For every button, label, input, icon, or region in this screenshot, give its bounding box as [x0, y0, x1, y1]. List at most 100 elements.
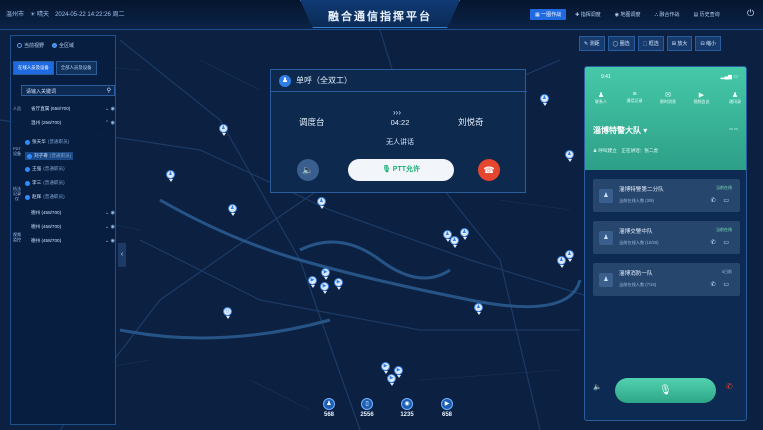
member-item[interactable]: 赵辉 (普通职员): [25, 194, 65, 200]
phone-nav: ♟ 联系人 ≡ 通话记录 ✉ 即时消息 ▶ 视频会议 ♟ 通讯录: [589, 91, 746, 105]
datetime-label: 2024-05-22 14:22:26 周二: [55, 12, 125, 18]
person-marker[interactable]: ♟: [166, 170, 175, 182]
stat-cameras[interactable]: ◉ 1235: [396, 398, 418, 418]
search-input[interactable]: 请输入关键词 ⚲: [21, 85, 115, 96]
person-icon: [27, 153, 32, 159]
group-card[interactable]: ♟ 淄博交警中队 当前在线人数 (10/20) 当前在线 ✆ ▭: [593, 221, 740, 254]
power-icon[interactable]: ⏻: [747, 8, 754, 19]
circle-select-button[interactable]: ◯ 圈选: [607, 36, 635, 51]
end-call-icon[interactable]: ✆: [726, 382, 733, 391]
phone-time: 9:41: [601, 74, 611, 80]
last-seen-status: 5日前: [721, 269, 732, 274]
tree-group[interactable]: 德州 (458/700) ⌄ ◉: [31, 222, 115, 231]
group-card[interactable]: ♟ 淄博消防一队 当前在线人数 (7/15) 5日前 ✆ ▭: [593, 263, 740, 296]
stat-videos[interactable]: ▶ 658: [436, 398, 458, 418]
expand-eye-icon[interactable]: ⌄ ◉: [105, 238, 115, 244]
member-item-selected[interactable]: 刘子奇 (普通职员): [25, 152, 74, 160]
vtab-people[interactable]: 人员: [13, 106, 21, 111]
tree-group[interactable]: 德州 (458/700) ⌄ ◉: [31, 208, 115, 217]
phone-nav-directory[interactable]: ♟ 通讯录: [723, 91, 746, 105]
group-avatar-icon: ♟: [599, 273, 613, 287]
call-video-icons[interactable]: ✆ ▭: [711, 239, 732, 246]
vtab-pdt[interactable]: PDT设备: [13, 146, 21, 156]
nav-item-combat-map[interactable]: ▦ 一图作战: [530, 9, 567, 20]
collapse-panel-button[interactable]: ‹: [118, 243, 126, 267]
stats-bar: ♟ 568 ▯ 2556 ◉ 1235 ▶ 658: [318, 398, 458, 424]
member-item[interactable]: 张天华 (普通职员): [25, 139, 69, 145]
person-marker[interactable]: ♟: [450, 236, 459, 248]
zoom-out-button[interactable]: ⊟ 缩小: [695, 36, 721, 51]
stat-people[interactable]: ♟ 568: [318, 398, 340, 418]
talk-button[interactable]: 🎙: [615, 378, 716, 403]
scope-current-view[interactable]: 当前视野: [17, 42, 44, 49]
hangup-icon[interactable]: ☎: [478, 159, 500, 181]
phone-nav-messages[interactable]: ✉ 即时消息: [656, 91, 680, 105]
video-marker[interactable]: ▶: [381, 362, 390, 374]
nav-item-map-dispatch[interactable]: ◉ 地图调度: [610, 9, 646, 20]
online-status: 当前在线: [716, 185, 732, 190]
tree-group[interactable]: 温州 (258/700) ⌃ ◉: [31, 118, 115, 127]
person-marker[interactable]: ♟: [317, 197, 326, 209]
measure-button[interactable]: ✎ 测距: [579, 36, 605, 51]
phone-nav-video[interactable]: ▶ 视频会议: [690, 91, 714, 105]
video-marker[interactable]: ▶: [320, 282, 329, 294]
tree-group[interactable]: 德州 (458/700) ⌄ ◉: [31, 236, 115, 245]
phone-nav-calls[interactable]: ≡ 通话记录: [623, 91, 647, 105]
phone-panel: 9:41 ▂▄▆ ▭ ♟ 联系人 ≡ 通话记录 ✉ 即时消息 ▶ 视频会议 ♟ 通讯录 淄…: [584, 66, 747, 421]
person-icon: [25, 180, 30, 186]
vtab-video[interactable]: 视频监控: [13, 232, 21, 242]
direction-arrows-icon: ›››: [393, 108, 401, 117]
zoom-in-button[interactable]: ⊞ 放大: [666, 36, 693, 51]
ptt-button[interactable]: 🎙 PTT允许: [348, 159, 454, 181]
expand-eye-icon[interactable]: ⌄ ◉: [105, 224, 115, 230]
call-from: 调度台: [299, 117, 325, 127]
person-marker[interactable]: ♟: [228, 204, 237, 216]
video-icon: ▶: [441, 398, 453, 410]
top-info: 温州市 ☀ 晴天 2024-05-22 14:22:26 周二: [6, 9, 124, 18]
person-marker[interactable]: ♟: [219, 124, 228, 136]
left-tabs: 在线人员及设备 全部人员及设备: [13, 61, 97, 75]
person-marker[interactable]: ♟: [565, 150, 574, 162]
tree-group[interactable]: 省厅直属 (658/700) ⌄ ◉: [31, 104, 115, 113]
person-marker[interactable]: ♟: [460, 228, 469, 240]
team-selector[interactable]: 淄博特警大队 ▾: [593, 125, 647, 136]
video-marker[interactable]: ▶: [308, 276, 317, 288]
person-marker[interactable]: ♟: [540, 94, 549, 106]
phone-controls: 🔈 🎙 ✆: [585, 371, 746, 411]
scope-all-areas[interactable]: 全区域: [52, 42, 74, 49]
video-marker[interactable]: ▶: [321, 268, 330, 280]
signal-icon: ▂▄▆ ▭: [720, 74, 738, 80]
stat-handsets[interactable]: ▯ 2556: [356, 398, 378, 418]
video-marker[interactable]: ▶: [387, 374, 396, 386]
person-icon: [25, 194, 30, 200]
video-marker[interactable]: ▶: [334, 278, 343, 290]
member-item[interactable]: 李三 (普通职员): [25, 180, 65, 186]
member-item[interactable]: 王强 (普通职员): [25, 166, 65, 172]
call-video-icons[interactable]: ✆ ▭: [711, 197, 732, 204]
group-card[interactable]: ♟ 淄博特警第二分队 当前在线人数 (3/9) 当前在线 ✆ ▭: [593, 179, 740, 212]
call-video-icons[interactable]: ✆ ▭: [711, 281, 732, 288]
nav-item-command[interactable]: ✚ 指挥调度: [570, 9, 606, 20]
call-status: 无人讲话: [386, 139, 414, 146]
person-marker[interactable]: ♟: [565, 250, 574, 262]
app-root: ♟ ♟ ♟ ♟ ♟ ♟ ♟ ♟ ♟ ♟ ♟ ♟ ▯ ▶ ▶ ▶ ▶ ▶ ▶ ▶ …: [0, 0, 763, 430]
main-nav: ▦ 一图作战 ✚ 指挥调度 ◉ 地图调度 ⛬ 融合作战 ▤ 历史查询: [530, 9, 725, 20]
search-icon[interactable]: ⚲: [107, 87, 111, 94]
vtab-recorder[interactable]: 执法记录仪: [13, 186, 21, 201]
handset-marker[interactable]: ▯: [223, 307, 232, 319]
tab-all[interactable]: 全部人员及设备: [55, 61, 97, 75]
call-state: ♟ 呼叫建立 正在讲话：张二虎: [593, 148, 659, 153]
nav-item-history[interactable]: ▤ 历史查询: [688, 9, 724, 20]
expand-eye-icon[interactable]: ⌃ ◉: [105, 120, 115, 126]
expand-eye-icon[interactable]: ⌄ ◉: [105, 210, 115, 216]
tab-online[interactable]: 在线人员及设备: [13, 61, 54, 75]
user-icon: ♟: [279, 74, 291, 87]
speaker-icon[interactable]: 🔈: [593, 383, 602, 391]
person-marker[interactable]: ♟: [474, 303, 483, 315]
group-avatar-icon: ♟: [599, 231, 613, 245]
volume-icon[interactable]: 🔈: [297, 159, 319, 181]
box-select-button[interactable]: ⬚ 框选: [637, 36, 664, 51]
phone-nav-contacts[interactable]: ♟ 联系人: [589, 91, 613, 105]
expand-eye-icon[interactable]: ⌄ ◉: [105, 106, 115, 112]
nav-item-fusion[interactable]: ⛬ 融合作战: [650, 9, 685, 20]
